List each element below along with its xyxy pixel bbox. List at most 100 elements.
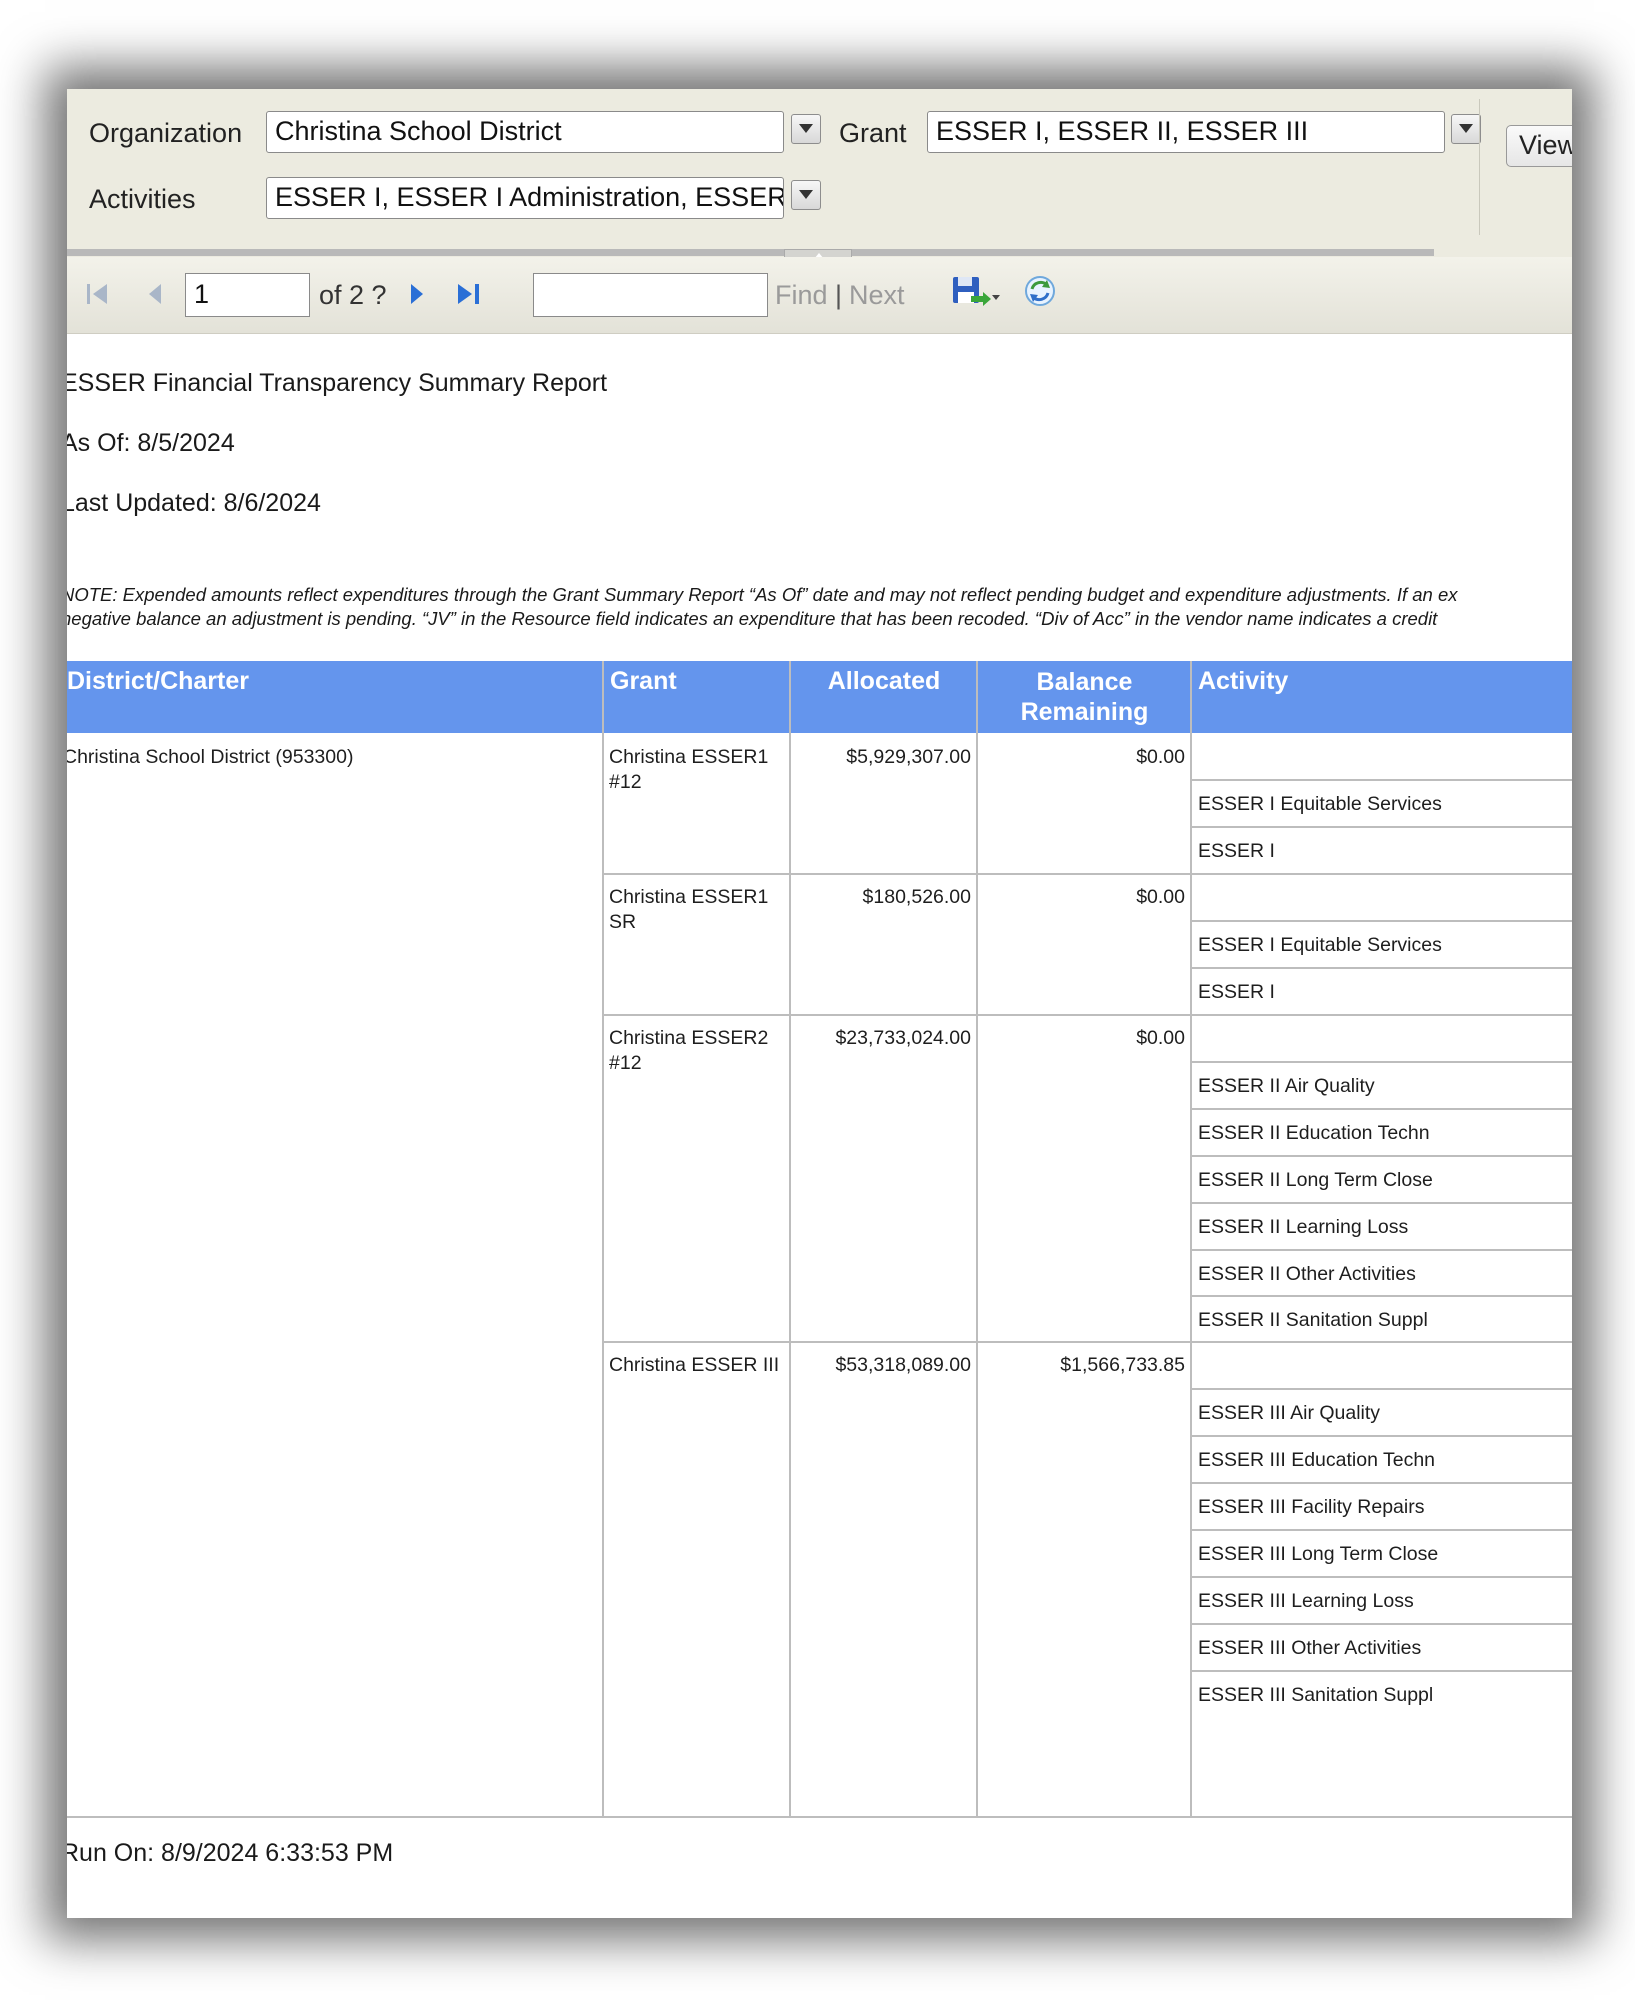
header-allocated: Allocated [791, 661, 977, 733]
activity-cell: ESSER III Facility Repairs [1198, 1496, 1425, 1518]
activity-cell: ESSER III Learning Loss [1198, 1590, 1414, 1612]
row-divider [1191, 1482, 1572, 1484]
activity-cell: ESSER II Sanitation Suppl [1198, 1309, 1428, 1331]
last-page-icon[interactable] [455, 282, 483, 306]
row-divider [1191, 1249, 1572, 1251]
activity-cell: ESSER III Education Techn [1198, 1449, 1436, 1471]
organization-label: Organization [89, 118, 243, 148]
header-allocated-label: Allocated [827, 667, 941, 695]
grant-name-line2: SR [609, 911, 637, 933]
activities-label: Activities [89, 184, 196, 214]
last-updated-date: Last Updated: 8/6/2024 [67, 489, 321, 517]
row-divider [1191, 1576, 1572, 1578]
grant-name: Christina ESSER2 #12 [609, 1026, 768, 1076]
row-divider [1191, 920, 1572, 922]
header-balance: Balance Remaining [978, 661, 1191, 733]
next-link[interactable]: Next [849, 280, 905, 311]
district-name: Christina School District (953300) [67, 746, 354, 768]
activity-cell: ESSER III Other Activities [1198, 1637, 1422, 1659]
header-district: District/Charter [67, 661, 603, 733]
row-divider [1191, 779, 1572, 781]
organization-select[interactable]: Christina School District [266, 111, 784, 153]
header-grant-label: Grant [610, 667, 677, 695]
balance-value: $0.00 [1136, 1027, 1185, 1049]
col-divider [1190, 661, 1192, 1818]
header-activity-label: Activity [1198, 667, 1289, 695]
previous-page-icon[interactable] [145, 282, 165, 306]
group-divider [603, 1341, 1572, 1343]
splitter-bar[interactable] [67, 249, 1434, 256]
page-count-text: of 2 ? [319, 280, 387, 310]
grant-name-line1: Christina ESSER2 [609, 1027, 769, 1049]
grant-name-line2: #12 [609, 1052, 642, 1074]
activity-cell: ESSER II Long Term Close [1198, 1169, 1433, 1191]
header-balance-line1: Balance [1036, 668, 1133, 696]
report-title: ESSER Financial Transparency Summary Rep… [67, 369, 608, 397]
first-page-icon[interactable] [85, 282, 111, 306]
refresh-icon[interactable] [1023, 274, 1057, 308]
grant-name-line1: Christina ESSER1 [609, 886, 769, 908]
activity-cell: ESSER II Other Activities [1198, 1263, 1416, 1285]
as-of-date: As Of: 8/5/2024 [67, 429, 235, 457]
grant-dropdown-icon[interactable] [1451, 114, 1481, 144]
header-grant: Grant [604, 661, 790, 733]
grant-select[interactable]: ESSER I, ESSER II, ESSER III [927, 111, 1445, 153]
group-divider [603, 1014, 1572, 1016]
row-divider [1191, 1295, 1572, 1297]
row-divider [1191, 1435, 1572, 1437]
parameter-panel: Organization Christina School District G… [67, 89, 1572, 263]
allocated-value: $23,733,024.00 [835, 1027, 971, 1049]
allocated-value: $53,318,089.00 [835, 1354, 971, 1376]
note-line-1: NOTE: Expended amounts reflect expenditu… [67, 584, 1458, 605]
header-district-label: District/Charter [67, 667, 249, 695]
activity-cell: ESSER III Sanitation Suppl [1198, 1684, 1434, 1706]
row-divider [1191, 1670, 1572, 1672]
col-divider [602, 661, 604, 1818]
find-separator: | [835, 280, 843, 310]
allocated-value: $5,929,307.00 [846, 746, 971, 768]
grant-name: Christina ESSER1 SR [609, 885, 768, 935]
find-link[interactable]: Find [775, 280, 828, 311]
grant-label: Grant [839, 118, 907, 148]
note-line-2: negative balance an adjustment is pendin… [67, 608, 1438, 629]
row-divider [1191, 967, 1572, 969]
activity-cell: ESSER I Equitable Services [1198, 934, 1442, 956]
report-toolbar: 1 of 2 ? Find | Next [67, 257, 1572, 334]
grant-name-line1: Christina ESSER III [609, 1354, 780, 1376]
activities-select[interactable]: ESSER I, ESSER I Administration, ESSER I [266, 177, 784, 219]
grant-name-line2: #12 [609, 771, 642, 793]
col-divider [976, 661, 978, 1818]
activity-cell: ESSER II Education Techn [1198, 1122, 1430, 1144]
find-text-input[interactable] [533, 273, 768, 317]
report-viewer-window: Organization Christina School District G… [67, 89, 1572, 1918]
row-divider [1191, 1108, 1572, 1110]
activity-cell: ESSER III Air Quality [1198, 1402, 1381, 1424]
activity-cell: ESSER III Long Term Close [1198, 1543, 1439, 1565]
balance-value: $0.00 [1136, 886, 1185, 908]
row-divider [1191, 826, 1572, 828]
grant-name-line1: Christina ESSER1 [609, 746, 769, 768]
page-number-input[interactable]: 1 [185, 273, 310, 317]
row-divider [1191, 1061, 1572, 1063]
row-divider [1191, 1202, 1572, 1204]
param-divider [1479, 99, 1480, 235]
header-balance-line2: Remaining [1020, 698, 1149, 726]
balance-value: $0.00 [1136, 746, 1185, 768]
grant-name: Christina ESSER1 #12 [609, 745, 768, 795]
col-divider [789, 661, 791, 1818]
row-divider [1191, 1155, 1572, 1157]
export-save-icon[interactable] [951, 274, 1001, 310]
table-bottom-border [67, 1816, 1572, 1818]
grant-name: Christina ESSER III [609, 1353, 779, 1378]
organization-dropdown-icon[interactable] [791, 114, 821, 144]
row-divider [1191, 1529, 1572, 1531]
next-page-icon[interactable] [407, 282, 427, 306]
activity-cell: ESSER II Air Quality [1198, 1075, 1375, 1097]
activity-cell: ESSER I Equitable Services [1198, 793, 1442, 815]
activity-cell: ESSER II Learning Loss [1198, 1216, 1409, 1238]
balance-value: $1,566,733.85 [1060, 1354, 1185, 1376]
activities-dropdown-icon[interactable] [791, 180, 821, 210]
allocated-value: $180,526.00 [862, 886, 971, 908]
view-report-button[interactable]: View [1506, 125, 1572, 167]
activity-cell: ESSER I [1198, 981, 1275, 1003]
